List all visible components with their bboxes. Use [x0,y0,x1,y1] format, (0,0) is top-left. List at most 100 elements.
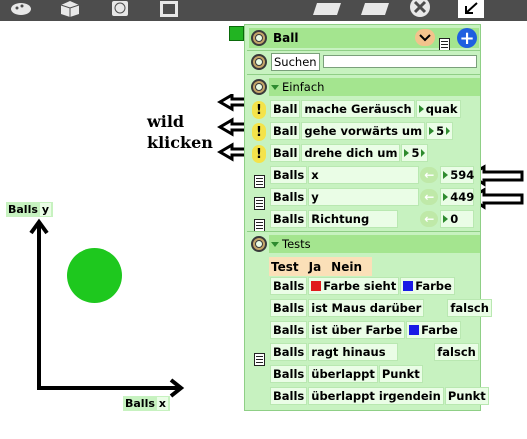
panel-title: Ball [273,31,299,45]
test-words2: Farbe [400,277,455,295]
left-arrow-icon[interactable]: ← [420,211,439,227]
test-result: falsch [434,343,479,361]
property-row[interactable]: Balls Richtung ← 0 [270,210,475,228]
plus-icon[interactable]: + [457,28,477,49]
doc-icon[interactable] [254,168,265,188]
x-axis-target: Balls [125,397,155,410]
command-value[interactable]: 5 [401,144,429,162]
doc-icon[interactable] [254,346,265,366]
property-value-text: 0 [450,212,459,226]
y-axis-name: y [39,203,52,216]
test-target: Balls [270,277,308,295]
test-row[interactable]: Balls ist über Farbe Farbe [270,321,462,339]
search-input[interactable] [323,55,477,68]
section-simple[interactable]: Einfach [269,78,480,96]
tests-header-yes: Ja [308,259,322,274]
property-value[interactable]: 0 [440,210,475,228]
command-target: Ball [270,100,301,118]
gear-icon[interactable] [251,30,267,46]
globe-icon[interactable] [108,0,132,18]
test-row[interactable]: Balls überlappt Punkt [270,365,424,383]
red-swatch[interactable] [311,281,322,291]
test-words: ist Maus darüber [308,299,425,317]
property-value-text: 449 [450,190,475,204]
property-target: Balls [270,188,308,206]
property-target: Balls [270,166,308,184]
annotation-klicken: klicken [147,133,213,152]
exclamation-icon[interactable]: ! [252,123,266,141]
test-words: ragt hinaus [308,343,399,361]
doc-icon[interactable] [254,212,265,232]
test-result: falsch [447,299,492,317]
section-simple-label: Einfach [282,80,325,94]
paint-icon[interactable] [8,0,34,18]
shrink-icon[interactable] [456,0,486,18]
tray-icon[interactable] [358,0,392,18]
y-axis-target: Balls [8,203,38,216]
triangle-down-icon [271,84,279,90]
test-row[interactable]: Balls Farbe sieht Farbe [270,277,456,295]
property-name: x [308,166,420,184]
command-value-text: quak [425,102,458,116]
stage-color-square[interactable] [229,26,244,41]
test-row[interactable]: Balls ragt hinaus falsch [270,343,480,361]
y-axis-label[interactable]: Balls y [6,202,54,217]
annotation-wild: wild [147,112,185,131]
cube-icon[interactable] [58,0,82,18]
command-row[interactable]: Ball drehe dich um 5 [270,144,429,162]
command-words: mache Geräusch [301,100,415,118]
doc-icon[interactable] [254,190,265,210]
command-value-text: 5 [411,146,420,160]
axes-drawing [29,218,185,398]
property-name: y [308,188,420,206]
command-row[interactable]: Ball mache Geräusch quak [270,100,461,118]
property-target: Balls [270,210,308,228]
trash-icon[interactable] [310,0,344,18]
test-words: überlappt irgendein [308,387,444,405]
fullscreen-icon[interactable] [156,0,182,18]
test-target: Balls [270,321,308,339]
section-tests[interactable]: Tests [269,235,480,253]
command-words: gehe vorwärts um [301,122,426,140]
command-target: Ball [270,144,301,162]
command-value-text: 5 [436,124,445,138]
test-words2-text: Farbe [415,279,452,293]
test-row[interactable]: Balls überlappt irgendein Punkt [270,387,490,405]
test-row[interactable]: Balls ist Maus darüber falsch [270,299,493,317]
test-target: Balls [270,365,308,383]
command-value[interactable]: quak [415,100,461,118]
property-row[interactable]: Balls y ← 449 [270,188,474,206]
section-gear-icon[interactable] [251,236,267,252]
x-axis-label[interactable]: Balls x [123,396,171,411]
section-tests-label: Tests [282,237,311,251]
test-words2: Punkt [378,365,423,383]
blue-swatch[interactable] [403,281,414,291]
test-words2: Punkt [444,387,489,405]
blue-swatch[interactable] [409,325,420,335]
search-row: Suchen [249,53,477,71]
left-arrow-icon[interactable]: ← [420,189,439,205]
collapse-chevron-icon[interactable] [415,29,435,46]
search-button[interactable]: Suchen [271,53,320,71]
left-arrow-icon[interactable]: ← [420,167,439,183]
test-words: überlappt [308,365,378,383]
test-words: Farbe sieht [308,277,400,295]
command-target: Ball [270,122,301,140]
command-row[interactable]: Ball gehe vorwärts um 5 [270,122,454,140]
close-icon[interactable] [406,0,434,18]
menu-icon[interactable] [439,31,450,51]
exclamation-icon[interactable]: ! [252,145,266,163]
property-value-text: 594 [450,168,475,182]
property-row[interactable]: Balls x ← 594 [270,166,474,184]
x-axis-name: x [156,397,169,410]
test-words2: Farbe [406,321,461,339]
section-gear-icon[interactable] [251,79,267,95]
command-value[interactable]: 5 [426,122,454,140]
test-target: Balls [270,343,308,361]
tests-header: Test Ja Nein [269,257,373,276]
test-target: Balls [270,387,308,405]
search-gear-icon[interactable] [251,54,267,70]
property-value[interactable]: 449 [440,188,474,206]
exclamation-icon[interactable]: ! [252,101,266,119]
property-value[interactable]: 594 [440,166,474,184]
